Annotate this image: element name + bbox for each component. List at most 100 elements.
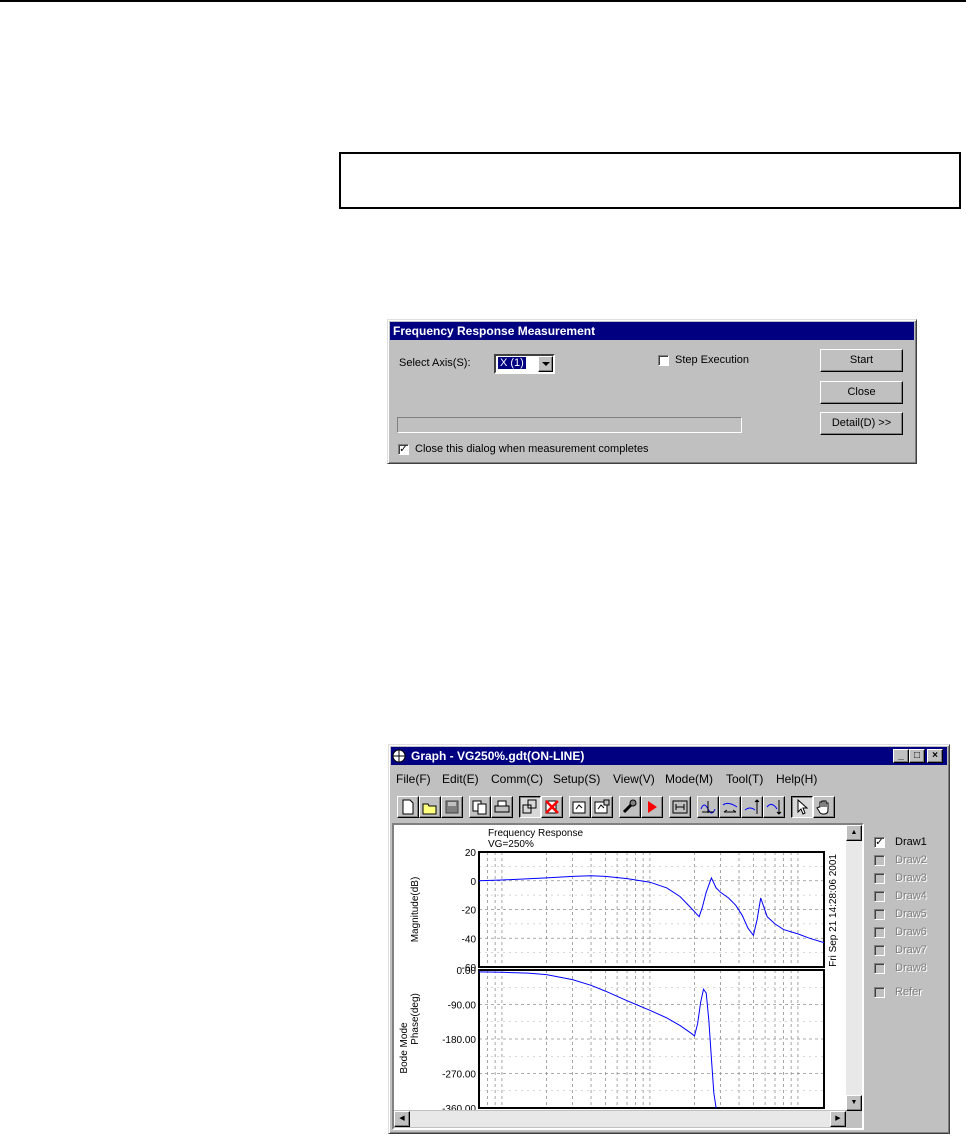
step-execution-checkbox[interactable] <box>658 355 669 366</box>
hand-button[interactable] <box>813 796 835 818</box>
measurement-progress-bar <box>397 417 742 433</box>
draw6-checkbox[interactable] <box>874 927 885 938</box>
zoom-xy-button[interactable] <box>697 796 719 818</box>
draw3-checkbox[interactable] <box>874 873 885 884</box>
menu-comm[interactable]: Comm(C) <box>491 770 543 788</box>
start-button[interactable]: Start <box>820 349 903 372</box>
draw2-checkbox[interactable] <box>874 855 885 866</box>
menu-tool[interactable]: Tool(T) <box>726 770 763 788</box>
menu-setup[interactable]: Setup(S) <box>553 770 600 788</box>
phase-axis-label: Phase(deg) <box>410 993 421 1045</box>
menu-help[interactable]: Help(H) <box>776 770 817 788</box>
scroll-right-button[interactable]: ▶ <box>830 1111 846 1127</box>
step-execution-label[interactable]: Step Execution <box>675 354 749 366</box>
magnitude-axis-label: Magnitude(dB) <box>410 877 421 943</box>
new-button[interactable] <box>397 796 419 818</box>
run-button[interactable] <box>641 796 663 818</box>
axis-dropdown-button[interactable] <box>538 356 553 372</box>
copy-button[interactable] <box>469 796 491 818</box>
pointer-icon <box>797 798 809 815</box>
menu-edit[interactable]: Edit(E) <box>442 770 479 788</box>
draw8-checkbox[interactable] <box>874 963 885 974</box>
auto-close-label[interactable]: Close this dialog when measurement compl… <box>415 443 649 455</box>
phase-ytick-label: -360.00 <box>442 1104 476 1110</box>
chart-title: Frequency Response <box>488 828 583 839</box>
select-axis-label: Select Axis(S): <box>399 357 471 369</box>
detail-button[interactable]: Detail(D) >> <box>820 412 903 435</box>
properties-icon <box>572 801 586 814</box>
scroll-down-button[interactable]: ▼ <box>846 1095 862 1111</box>
axis-select-value: X (1) <box>497 356 527 370</box>
phase-ytick-label: -180.00 <box>442 1035 476 1046</box>
graph-title: Graph - VG250%.gdt(ON-LINE) <box>411 749 585 763</box>
mag-ytick-label: 20 <box>465 848 477 859</box>
auto-close-checkbox[interactable]: ✓ <box>398 444 409 455</box>
overlay-icon <box>522 799 537 814</box>
dialog-title: Frequency Response Measurement <box>390 322 914 340</box>
note-box <box>339 152 961 209</box>
zoom-y2-icon <box>766 800 782 815</box>
properties2-icon <box>594 799 610 814</box>
phase-plot-frame <box>478 969 825 1109</box>
refer-checkbox[interactable] <box>874 987 885 998</box>
draw5-checkbox[interactable] <box>874 909 885 920</box>
mag-ytick-label: 0 <box>470 877 476 888</box>
print-button[interactable] <box>491 796 513 818</box>
draw4-checkbox[interactable] <box>874 891 885 902</box>
maximize-button[interactable]: □ <box>909 749 925 763</box>
draw7-checkbox[interactable] <box>874 945 885 956</box>
close-button[interactable]: Close <box>820 381 903 404</box>
print-icon <box>494 800 510 813</box>
app-globe-icon <box>392 749 406 763</box>
menu-file[interactable]: File(F) <box>396 770 431 788</box>
open-button[interactable] <box>419 796 441 818</box>
phase-ytick-label: -270.00 <box>442 1070 476 1081</box>
measure-button[interactable] <box>619 796 641 818</box>
draw1-label: Draw1 <box>895 836 927 848</box>
menu-view[interactable]: View(V) <box>613 770 655 788</box>
window-close-button[interactable]: × <box>927 749 943 763</box>
phase-ytick-label: 0.00 <box>457 966 477 977</box>
draw3-label: Draw3 <box>895 872 927 884</box>
graph-title-bar: Graph - VG250%.gdt(ON-LINE) <box>391 747 947 765</box>
zoom-y-button[interactable] <box>741 796 763 818</box>
vertical-scrollbar[interactable]: ▲ ▼ <box>846 825 862 1111</box>
graph-toolbar <box>395 796 925 818</box>
draw8-label: Draw8 <box>895 962 927 974</box>
bode-mode-label: Bode Mode <box>399 1022 410 1074</box>
hand-icon <box>816 800 829 815</box>
magnitude-series-line <box>478 875 825 944</box>
save-button[interactable] <box>441 796 463 818</box>
chart-subtitle: VG=250% <box>488 839 534 850</box>
mag-ytick-label: -40 <box>462 934 477 945</box>
draw2-label: Draw2 <box>895 854 927 866</box>
refer-label: Refer <box>895 986 922 998</box>
scroll-left-button[interactable]: ◀ <box>394 1111 410 1127</box>
open-icon <box>422 803 437 815</box>
minimize-button[interactable]: _ <box>893 749 909 763</box>
draw7-label: Draw7 <box>895 944 927 956</box>
menu-mode[interactable]: Mode(M) <box>665 770 713 788</box>
horizontal-scrollbar[interactable]: ◀ ▶ <box>394 1111 846 1127</box>
zoom-x-button[interactable] <box>719 796 741 818</box>
draw1-checkbox[interactable]: ✓ <box>874 837 885 848</box>
zoom-y-icon <box>744 799 760 814</box>
scroll-up-button[interactable]: ▲ <box>846 825 862 841</box>
copy-icon <box>472 800 487 815</box>
magnitude-plot-frame <box>478 851 825 968</box>
draw4-label: Draw4 <box>895 890 927 902</box>
save-icon <box>445 800 459 814</box>
delete-button[interactable] <box>541 796 563 818</box>
fit-button[interactable] <box>669 796 691 818</box>
zoom-y2-button[interactable] <box>763 796 785 818</box>
bode-chart: 200-20-40-600.00-90.00-180.00-270.00-360… <box>394 825 846 1110</box>
new-icon <box>402 799 414 815</box>
properties2-button[interactable] <box>591 796 613 818</box>
pointer-button[interactable] <box>791 796 813 818</box>
measure-icon <box>622 799 637 814</box>
graph-menu-bar: File(F) Edit(E) Comm(C) Setup(S) View(V)… <box>392 770 946 788</box>
run-icon <box>648 801 657 813</box>
overlay-button[interactable] <box>519 796 541 818</box>
axis-select[interactable]: X (1) <box>494 354 555 374</box>
properties-button[interactable] <box>569 796 591 818</box>
